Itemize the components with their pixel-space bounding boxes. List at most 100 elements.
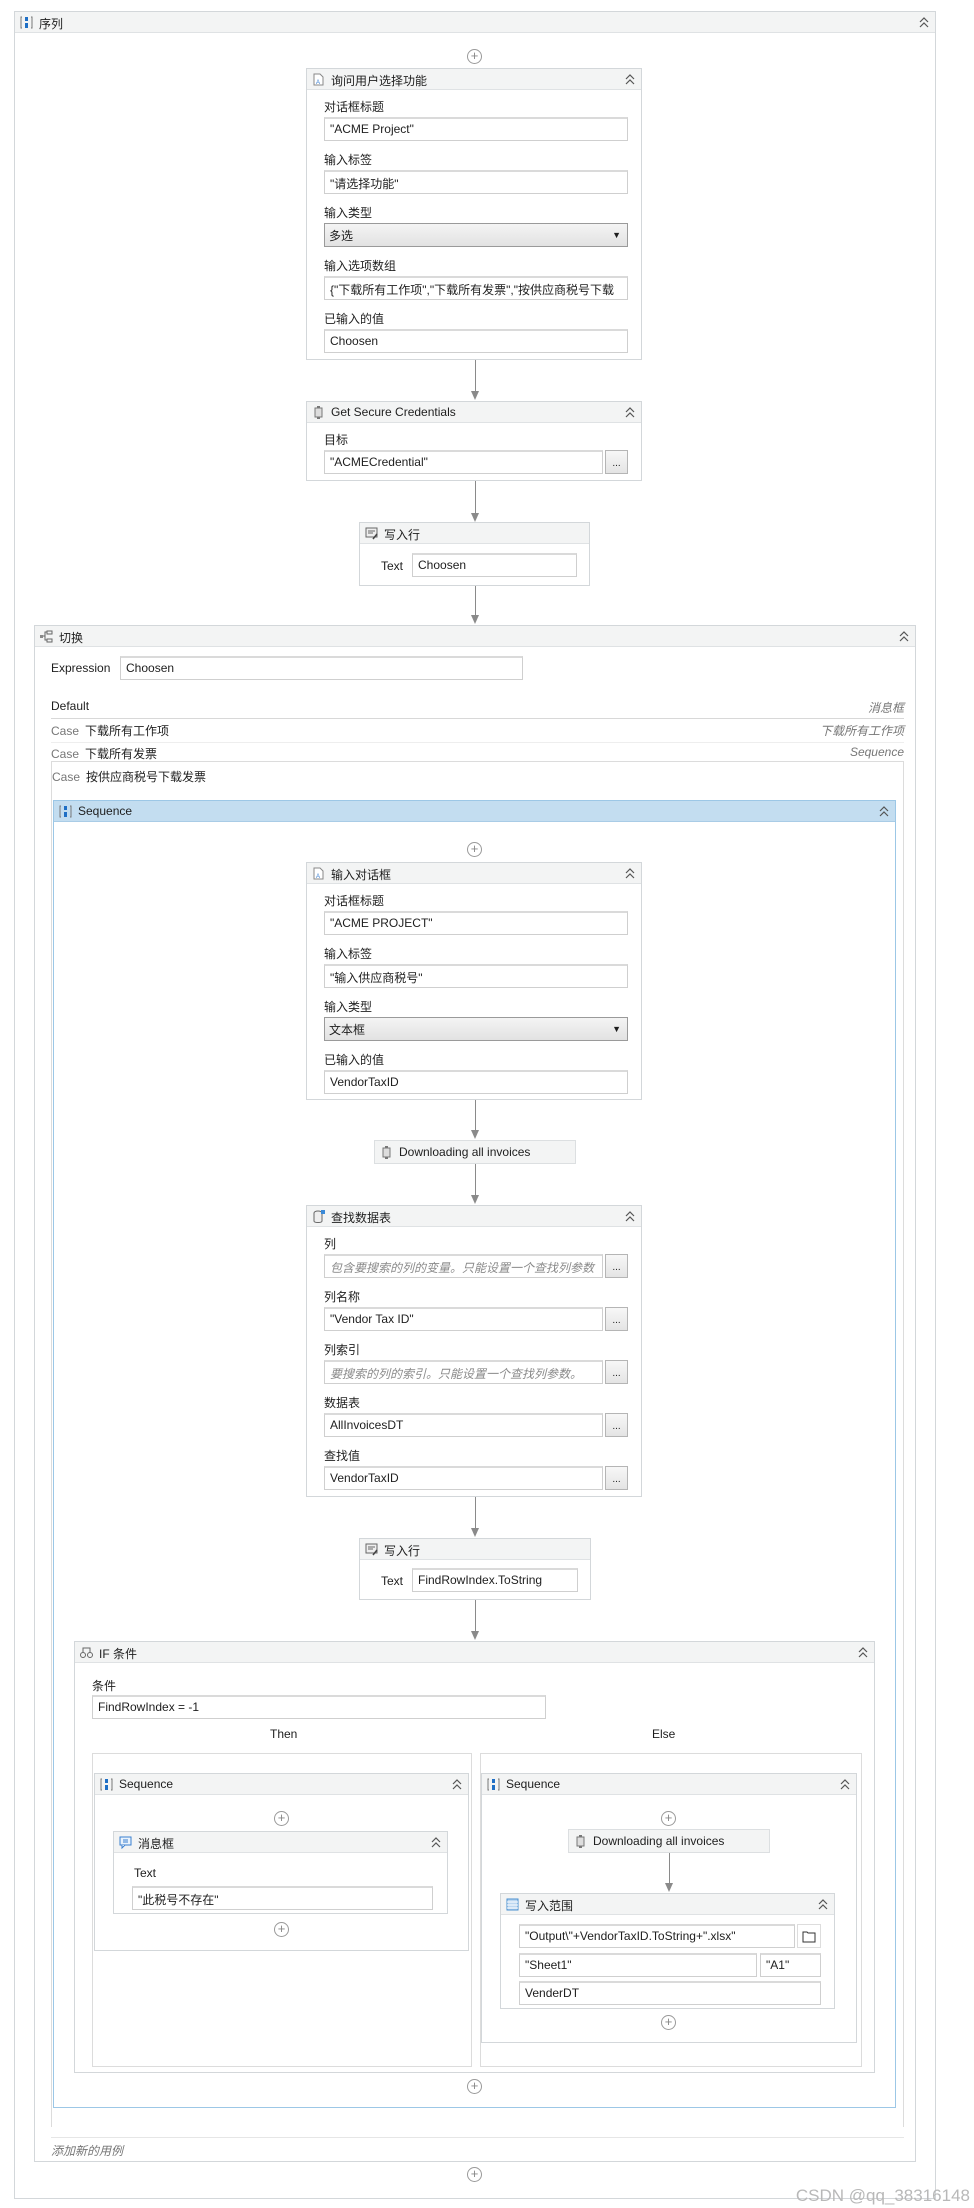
browse-folder-button[interactable]	[797, 1924, 821, 1948]
add-activity-plus-icon[interactable]: +	[661, 1811, 676, 1826]
activity-header[interactable]: 询问用户选择功能	[307, 69, 641, 90]
sequence-header[interactable]: Sequence	[95, 1774, 468, 1795]
collapse-icon[interactable]	[625, 74, 635, 85]
column-name-input[interactable]: "Vendor Tax ID"	[324, 1307, 603, 1331]
case-row[interactable]: Case 下载所有工作项 下载所有工作项	[51, 721, 904, 743]
collapse-icon[interactable]	[818, 1899, 828, 1910]
add-activity-plus-icon[interactable]: +	[661, 2015, 676, 2030]
start-cell-input[interactable]: "A1"	[760, 1953, 821, 1977]
input-label-input[interactable]: "输入供应商税号"	[324, 964, 628, 988]
browse-button[interactable]: ...	[605, 1466, 628, 1490]
write-line-activity[interactable]: 写入行 Text FindRowIndex.ToString	[359, 1538, 591, 1600]
browse-button[interactable]: ...	[605, 1413, 628, 1437]
datatable-input[interactable]: VenderDT	[519, 1981, 821, 2005]
collapse-icon[interactable]	[625, 1211, 635, 1222]
write-line-icon	[365, 527, 378, 540]
sequence-icon	[20, 16, 33, 29]
collapse-icon[interactable]	[919, 17, 929, 28]
collapse-icon[interactable]	[840, 1779, 850, 1790]
activity-header[interactable]: 消息框	[114, 1832, 447, 1853]
lookup-datatable-activity[interactable]: 查找数据表 列 包含要搜索的列的变量。只能设置一个查找列参数 ... 列名称 "…	[306, 1205, 642, 1497]
default-row[interactable]: Default 消息框	[51, 699, 904, 719]
downloading-invoices-activity[interactable]: Downloading all invoices	[374, 1140, 576, 1164]
input-type-select[interactable]: 文本框 ▼	[324, 1017, 628, 1041]
write-range-activity[interactable]: 写入范围 "Output\"+VendorTaxID.ToString+".xl…	[500, 1893, 835, 2009]
text-input[interactable]: FindRowIndex.ToString	[412, 1568, 578, 1592]
add-activity-plus-icon[interactable]: +	[274, 1811, 289, 1826]
activity-header[interactable]: 输入对话框	[307, 863, 641, 884]
message-text-input[interactable]: "此税号不存在"	[132, 1886, 433, 1910]
downloading-invoices-activity[interactable]: Downloading all invoices	[568, 1829, 770, 1853]
dialog-title-input[interactable]: "ACME Project"	[324, 117, 628, 141]
activity-title: Downloading all invoices	[399, 1145, 531, 1159]
add-activity-plus-icon[interactable]: +	[467, 842, 482, 857]
ask-dialog-activity[interactable]: 询问用户选择功能 对话框标题 "ACME Project" 输入标签 "请选择功…	[306, 68, 642, 360]
activity-header[interactable]: 查找数据表	[307, 1206, 641, 1227]
text-input[interactable]: Choosen	[412, 553, 577, 577]
sheet-name-input[interactable]: "Sheet1"	[519, 1953, 757, 1977]
browse-button[interactable]: ...	[605, 450, 628, 474]
case-activity: 下载所有工作项	[819, 724, 904, 738]
switch-header[interactable]: 切换	[35, 626, 915, 647]
collapse-icon[interactable]	[431, 1837, 441, 1848]
result-input[interactable]: VendorTaxID	[324, 1070, 628, 1094]
input-type-select[interactable]: 多选 ▼	[324, 223, 628, 247]
activity-header[interactable]: 写入行	[360, 1539, 590, 1560]
condition-input[interactable]: FindRowIndex = -1	[92, 1695, 546, 1719]
if-title: IF 条件	[99, 1647, 137, 1661]
collapse-icon[interactable]	[879, 806, 889, 817]
activity-header[interactable]: 写入范围	[501, 1894, 834, 1915]
field-label: 已输入的值	[324, 1053, 385, 1067]
add-activity-plus-icon[interactable]: +	[467, 2167, 482, 2182]
arrow-icon	[471, 391, 479, 400]
datatable-input[interactable]: AllInvoicesDT	[324, 1413, 603, 1437]
get-credentials-activity[interactable]: Get Secure Credentials 目标 "ACMECredentia…	[306, 401, 642, 481]
collapse-icon[interactable]	[899, 631, 909, 642]
activity-title: 输入对话框	[331, 868, 392, 882]
target-input[interactable]: "ACMECredential"	[324, 450, 603, 474]
divider	[51, 2137, 904, 2138]
browse-button[interactable]: ...	[605, 1254, 628, 1278]
browse-button[interactable]: ...	[605, 1360, 628, 1384]
field-label: 列名称	[324, 1290, 361, 1304]
add-activity-plus-icon[interactable]: +	[274, 1922, 289, 1937]
expression-input[interactable]: Choosen	[120, 656, 523, 680]
sequence-icon	[487, 1778, 500, 1791]
add-activity-plus-icon[interactable]: +	[467, 49, 482, 64]
activity-title: Downloading all invoices	[593, 1834, 725, 1848]
activity-title: 写入行	[384, 528, 421, 542]
case-keyword: Case	[51, 747, 80, 761]
column-input[interactable]: 包含要搜索的列的变量。只能设置一个查找列参数	[324, 1254, 603, 1278]
collapse-icon[interactable]	[452, 1779, 462, 1790]
connector	[475, 1100, 476, 1131]
input-label-input[interactable]: "请选择功能"	[324, 170, 628, 194]
sequence-header[interactable]: Sequence	[482, 1774, 856, 1795]
options-array-input[interactable]: {"下载所有工作项","下载所有发票","按供应商税号下载	[324, 276, 628, 300]
activity-title: Get Secure Credentials	[331, 405, 456, 419]
add-case-link[interactable]: 添加新的用例	[51, 2142, 123, 2159]
activity-header[interactable]: 写入行	[360, 523, 589, 544]
case-row[interactable]: Case 下载所有发票 Sequence	[51, 745, 904, 761]
field-label: 输入选项数组	[324, 259, 397, 273]
root-sequence-header[interactable]: 序列	[15, 12, 935, 33]
column-index-input[interactable]: 要搜索的列的索引。只能设置一个查找列参数。	[324, 1360, 603, 1384]
activity-header[interactable]: Get Secure Credentials	[307, 402, 641, 423]
lookup-value-input[interactable]: VendorTaxID	[324, 1466, 603, 1490]
if-header[interactable]: IF 条件	[75, 1642, 874, 1663]
workbook-path-input[interactable]: "Output\"+VendorTaxID.ToString+".xlsx"	[519, 1924, 795, 1948]
spreadsheet-icon	[506, 1898, 519, 1911]
result-input[interactable]: Choosen	[324, 329, 628, 353]
sequence-header[interactable]: Sequence	[54, 801, 895, 822]
input-type-value: 文本框	[329, 1023, 366, 1037]
input-dialog-activity[interactable]: 输入对话框 对话框标题 "ACME PROJECT" 输入标签 "输入供应商税号…	[306, 862, 642, 1100]
collapse-icon[interactable]	[625, 868, 635, 879]
message-box-activity[interactable]: 消息框 Text "此税号不存在"	[113, 1831, 448, 1914]
collapse-icon[interactable]	[625, 407, 635, 418]
add-activity-plus-icon[interactable]: +	[467, 2079, 482, 2094]
sequence-icon	[100, 1778, 113, 1791]
browse-button[interactable]: ...	[605, 1307, 628, 1331]
dialog-title-input[interactable]: "ACME PROJECT"	[324, 911, 628, 935]
activity-title: 查找数据表	[331, 1211, 392, 1225]
collapse-icon[interactable]	[858, 1647, 868, 1658]
write-line-activity[interactable]: 写入行 Text Choosen	[359, 522, 590, 586]
